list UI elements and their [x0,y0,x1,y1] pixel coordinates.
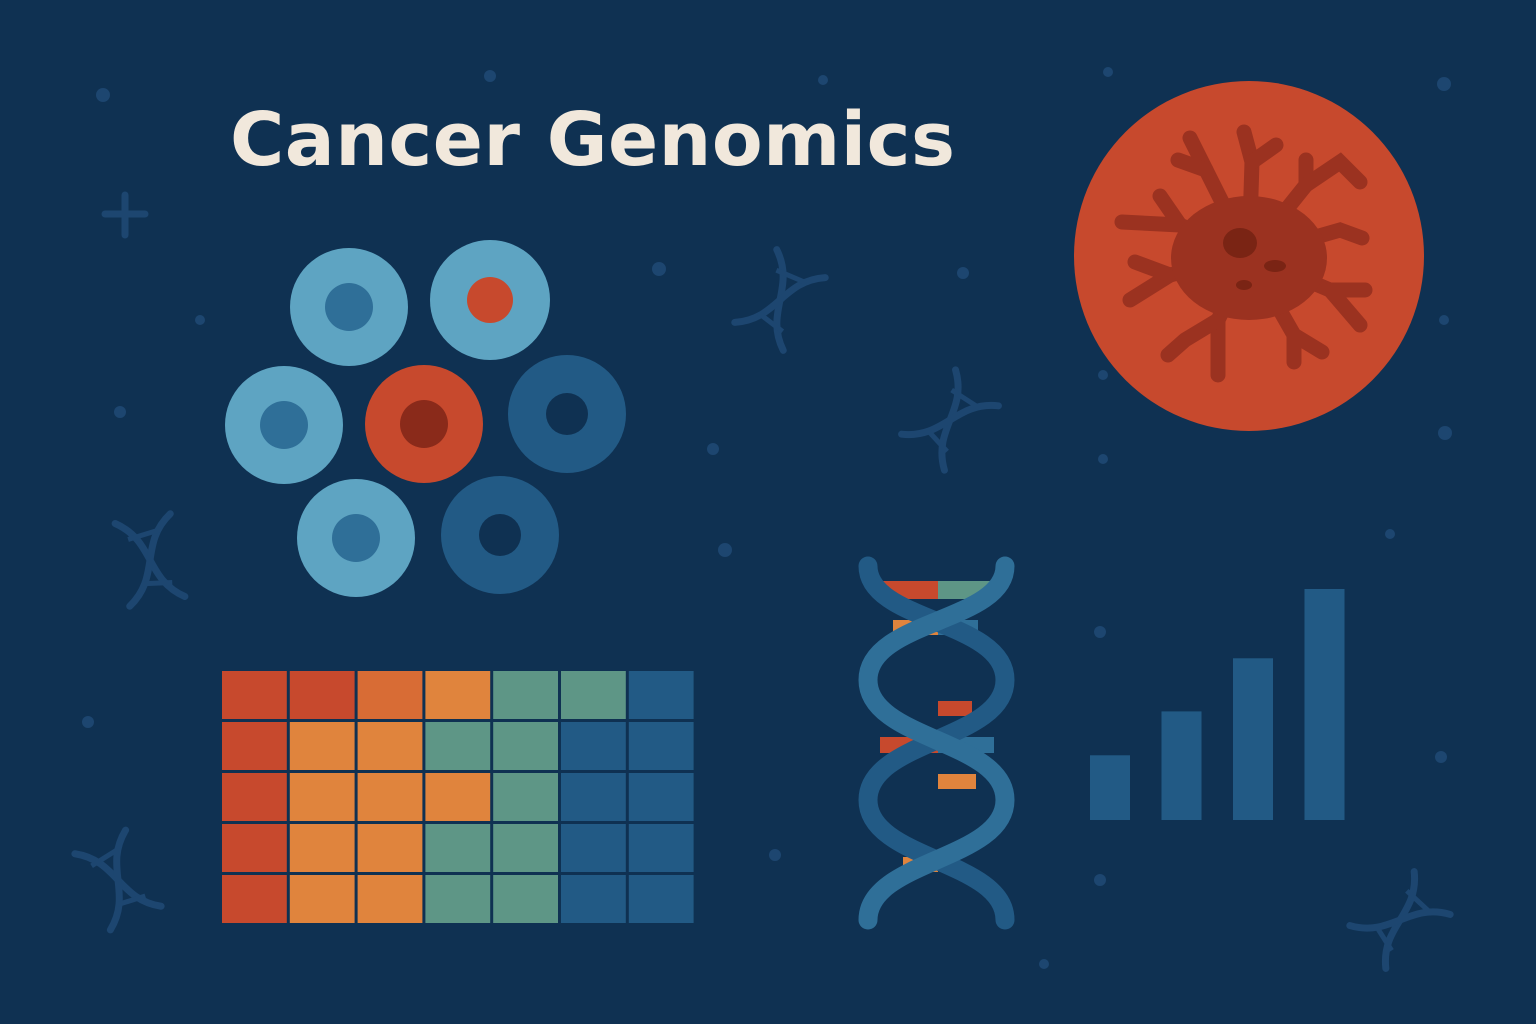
heatmap-cell [561,773,626,821]
heatmap-cell [425,875,491,923]
cell [225,366,343,484]
heatmap-cell [222,722,287,770]
heatmap-cell [628,671,694,719]
cell [290,248,408,366]
heatmap-cell [628,722,694,770]
heatmap-cell [425,671,491,719]
heatmap-cell [289,671,355,719]
heatmap-cell [425,824,491,872]
heatmap-cell [289,773,355,821]
artwork [0,67,1536,1024]
background-dna-icon [115,514,185,606]
cell [430,240,550,360]
cell [297,479,415,597]
heatmap-cell [289,875,355,923]
heatmap-cell [493,722,558,770]
bar [1304,589,1345,820]
heatmap-cell [222,671,287,719]
mutated-cell [365,365,483,483]
heatmap-cell [425,722,491,770]
cell-cluster-icon [225,240,626,597]
heatmap-cell [493,671,558,719]
heatmap-cell [289,722,355,770]
background-dna-icon [735,250,825,351]
background-dna-icon [902,370,999,470]
heatmap-cell [493,773,558,821]
heatmap-icon [222,671,694,923]
heatmap-cell [561,671,626,719]
bar [1233,658,1273,820]
heatmap-cell [357,824,423,872]
cell [508,355,626,473]
heatmap-cell [425,773,491,821]
background-dna-icon [75,830,161,930]
dna-helix-icon [858,556,1015,930]
heatmap-cell [222,773,287,821]
background-dna-icon [1350,872,1450,969]
heatmap-cell [493,875,558,923]
heatmap-cell [357,722,423,770]
bar [1090,755,1130,820]
bar-chart-icon [1090,589,1345,820]
heatmap-cell [628,773,694,821]
bar [1161,711,1202,820]
heatmap-cell [561,824,626,872]
heatmap-cell [561,875,626,923]
heatmap-cell [628,875,694,923]
cancer-cell-icon [1074,81,1424,431]
heatmap-cell [357,773,423,821]
heatmap-cell [561,722,626,770]
plus-icon [101,191,149,239]
illustration-canvas: Cancer Genomics [0,0,1536,1024]
heatmap-cell [493,824,558,872]
heatmap-cell [222,875,287,923]
heatmap-cell [628,824,694,872]
heatmap-cell [357,875,423,923]
heatmap-cell [357,671,423,719]
cell [441,476,559,594]
heatmap-cell [289,824,355,872]
heatmap-cell [222,824,287,872]
